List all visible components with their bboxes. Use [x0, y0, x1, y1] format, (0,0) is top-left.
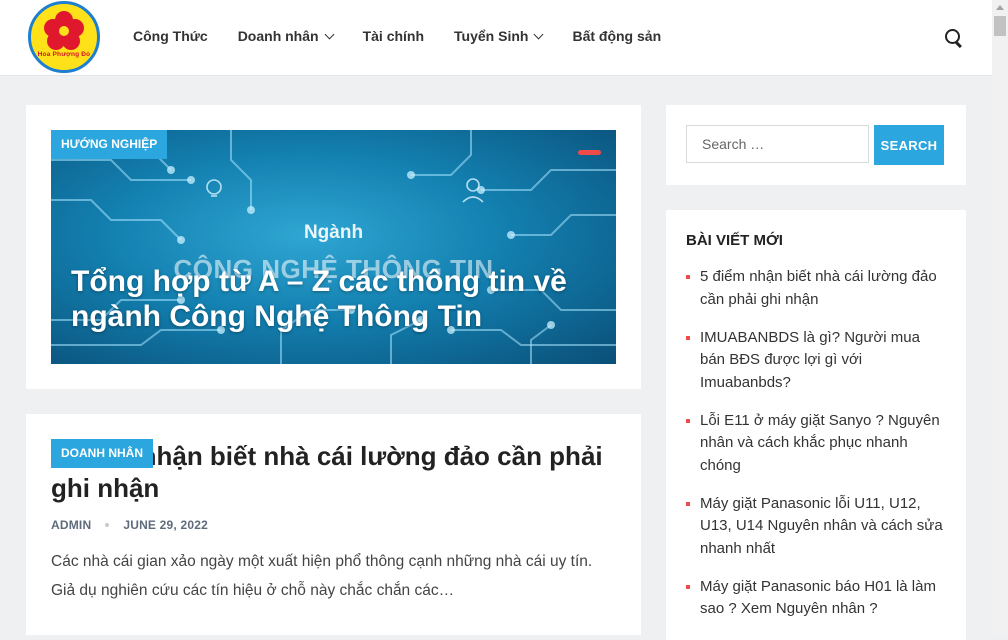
- logo-text: Hoa Phượng Đỏ: [37, 51, 91, 58]
- slider-indicator[interactable]: [578, 150, 601, 155]
- nav-label: Công Thức: [133, 28, 208, 44]
- post-author[interactable]: ADMIN: [51, 518, 91, 532]
- list-item[interactable]: 5 điểm nhận biết nhà cái lường đảo cần p…: [686, 266, 948, 311]
- bullet-icon: [686, 275, 690, 279]
- widget-title: BÀI VIẾT MỚI: [686, 232, 783, 249]
- recent-post-link[interactable]: IMUABANBDS là gì? Người mua bán BĐS được…: [700, 329, 920, 391]
- recent-post-link[interactable]: Máy giặt Panasonic lỗi U11, U12, U13, U1…: [700, 495, 943, 557]
- recent-posts-widget: BÀI VIẾT MỚI 5 điểm nhận biết nhà cái lư…: [666, 210, 966, 640]
- featured-post-card: Ngành CÔNG NGHỆ THÔNG TIN HƯỚNG NGHIỆP T…: [26, 105, 641, 389]
- image-text-nganh: Ngành: [303, 222, 364, 243]
- nav-item-doanh-nhan[interactable]: Doanh nhân: [237, 28, 335, 44]
- post-excerpt: Các nhà cái gian xảo ngày một xuất hiện …: [51, 553, 593, 599]
- search-icon[interactable]: [945, 29, 963, 48]
- bullet-icon: [686, 501, 690, 506]
- site-header: Hoa Phượng Đỏ Công Thức Doanh nhân Tài c…: [0, 0, 992, 76]
- recent-post-link[interactable]: Máy giặt Panasonic báo H01 là làm sao ? …: [700, 578, 936, 618]
- page-scrollbar[interactable]: [992, 0, 1008, 635]
- nav-label: Tuyển Sinh: [454, 28, 529, 44]
- scroll-up-arrow-icon[interactable]: [996, 5, 1004, 10]
- chevron-down-icon: [534, 29, 544, 39]
- main-nav: Công Thức Doanh nhân Tài chính Tuyển Sin…: [133, 28, 691, 44]
- list-item[interactable]: IMUABANBDS là gì? Người mua bán BĐS được…: [686, 327, 948, 395]
- featured-image[interactable]: Ngành CÔNG NGHỆ THÔNG TIN HƯỚNG NGHIỆP T…: [51, 130, 616, 364]
- meta-separator: [105, 523, 110, 527]
- category-badge[interactable]: DOANH NHÂN: [51, 439, 153, 468]
- bullet-icon: [686, 418, 690, 423]
- recent-posts-list: 5 điểm nhận biết nhà cái lường đảo cần p…: [686, 266, 948, 636]
- nav-label: Doanh nhân: [237, 28, 319, 44]
- featured-post-title[interactable]: Tổng hợp từ A – Z các thông tin về ngành…: [71, 264, 601, 334]
- recent-post-link[interactable]: Lỗi E11 ở máy giặt Sanyo ? Nguyên nhân v…: [700, 412, 940, 474]
- scroll-thumb[interactable]: [994, 16, 1006, 36]
- nav-item-tuyen-sinh[interactable]: Tuyển Sinh: [454, 28, 544, 44]
- nav-item-cong-thuc[interactable]: Công Thức: [133, 28, 208, 44]
- category-badge[interactable]: HƯỚNG NGHIỆP: [51, 130, 168, 159]
- bullet-icon: [686, 335, 690, 340]
- list-item[interactable]: Máy giặt Panasonic lỗi U11, U12, U13, U1…: [686, 493, 948, 561]
- post-meta: ADMIN JUNE 29, 2022: [51, 518, 208, 532]
- nav-label: Bất động sản: [572, 28, 662, 44]
- list-item[interactable]: Lỗi E11 ở máy giặt Sanyo ? Nguyên nhân v…: [686, 410, 948, 478]
- search-button[interactable]: SEARCH: [874, 125, 944, 165]
- bullet-icon: [686, 584, 690, 589]
- search-widget: SEARCH: [666, 105, 966, 185]
- flower-icon: [44, 11, 84, 51]
- list-item[interactable]: Máy giặt Panasonic báo H01 là làm sao ? …: [686, 576, 948, 621]
- nav-label: Tài chính: [362, 28, 425, 44]
- search-input[interactable]: [686, 125, 869, 163]
- post-card: 5 điểm nhận biết nhà cái lường đảo cần p…: [26, 414, 641, 635]
- recent-post-link[interactable]: 5 điểm nhận biết nhà cái lường đảo cần p…: [700, 268, 937, 308]
- nav-item-bat-dong-san[interactable]: Bất động sản: [572, 28, 661, 44]
- site-logo[interactable]: Hoa Phượng Đỏ: [28, 1, 100, 73]
- chevron-down-icon: [324, 29, 335, 39]
- post-date[interactable]: JUNE 29, 2022: [123, 518, 208, 532]
- nav-item-tai-chinh[interactable]: Tài chính: [363, 28, 424, 44]
